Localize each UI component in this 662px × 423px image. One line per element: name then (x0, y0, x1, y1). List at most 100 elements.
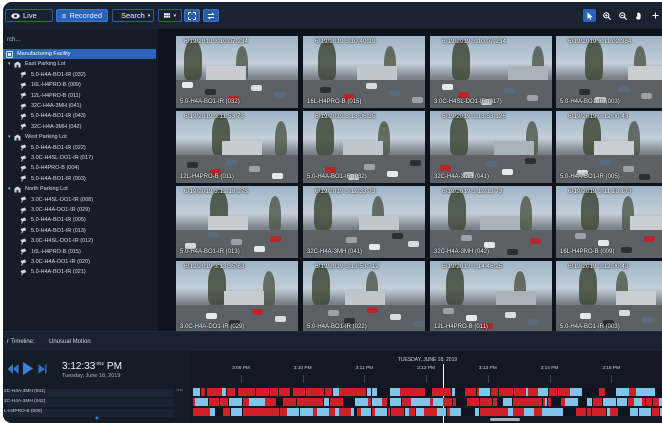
live-button[interactable]: Live (5, 9, 53, 22)
recording-segment (450, 408, 461, 416)
scene-car (486, 161, 497, 167)
motion-segment (424, 408, 437, 416)
camera-timestamp: 6/19/2019 3:11:18:173 (568, 188, 632, 195)
camera-tile[interactable]: 6/19/2019 3:10:40:19 16L-H4PRO-B (015) (303, 36, 425, 108)
camera-tile[interactable]: 6/19/2019 3:11:02:384 5.0-H4A-BO1-IR (003… (556, 36, 662, 108)
zoom-out-button[interactable] (617, 9, 629, 22)
motion-track[interactable] (193, 408, 662, 416)
timeline-filter-value[interactable]: Unusual Motion (49, 339, 91, 345)
motion-segment (480, 398, 492, 406)
fullscreen-button[interactable] (184, 9, 200, 22)
camera-tile[interactable]: 6/19/2019 3:13:06:35 5.0-H4A-BO1-IR (032) (303, 111, 425, 183)
scene-car (226, 159, 237, 165)
timeline-tick-label: 3:12 PM (417, 366, 436, 371)
tree-item-camera[interactable]: 5.0-H4A-BO1-IR (013) (3, 226, 156, 236)
scene-car (367, 307, 378, 313)
layout-button[interactable]: ▾ (158, 9, 182, 22)
swap-button[interactable] (203, 9, 219, 22)
gap-segment (215, 408, 222, 416)
motion-segment (388, 408, 390, 416)
scene-car (644, 236, 655, 242)
tree-item-camera[interactable]: 16L-H4PRO-B (009) (3, 80, 156, 90)
tree-item-camera[interactable]: 3.0C-H4A-DO1-IR (029) (3, 205, 156, 215)
camera-tile[interactable]: 6/19/2019 3:12:00:43 5.0-H4A-BO1-IR (003) (556, 261, 662, 331)
tree-item-camera[interactable]: 3.0C-H4A-DO1-IR (020) (3, 257, 156, 267)
tree-item-group[interactable]: ▾ North Parking Lot (3, 184, 156, 194)
camera-tile[interactable]: 6/19/2019 3:11:53:73 12L-H4PRO-B (011) (176, 111, 298, 183)
nav-arrow-icon[interactable]: I◂ ▸I (176, 388, 183, 392)
play-icon[interactable] (22, 361, 34, 376)
scene-tree (579, 265, 597, 305)
scene-tree (275, 121, 287, 155)
recording-segment (416, 408, 424, 416)
recording-segment (372, 398, 382, 406)
select-tool-button[interactable] (583, 9, 596, 22)
camera-tile[interactable]: 6/19/2019 3:11:18:173 16L-H4PRO-B (009) (556, 186, 662, 258)
tree-item-camera[interactable]: 5.0-H4A-BO1-IR (043) (3, 111, 156, 121)
camera-search-input[interactable]: rch... (3, 36, 156, 46)
tree-item-camera[interactable]: 5.0-H4A-BO1-IR (032) (3, 70, 156, 80)
recording-segment (616, 388, 629, 396)
pan-button[interactable] (633, 9, 645, 22)
tree-item-camera[interactable]: 5.0-H4A-BO1-IR (021) (3, 267, 156, 277)
motion-track[interactable] (193, 388, 662, 396)
gap-segment (551, 398, 561, 406)
scene-car (272, 173, 283, 179)
camera-icon (20, 175, 27, 182)
scene-car (458, 92, 469, 98)
scene-car (413, 321, 424, 327)
tree-item-camera[interactable]: 5.0-H4A-BO1-IR (022) (3, 143, 156, 153)
scene-car (525, 158, 536, 164)
scene-car (440, 165, 451, 171)
recording-segment (524, 408, 534, 416)
camera-name: 3.0C-H4A-DO1-IR (029) (180, 324, 245, 330)
tree-item-group[interactable]: ▾ East Parking Lot (3, 59, 156, 69)
camera-tile[interactable]: 6/19/2019 3:13:53:712 5.0-H4A-BO1-IR (022… (303, 261, 425, 331)
camera-tile[interactable]: 6/19/2019 3:12:18:273 5.0-H4A-BO1-IR (013… (176, 186, 298, 258)
tree-item-camera[interactable]: 5.0-H4A-BO1-IR (003) (3, 174, 156, 184)
tree-item-group[interactable]: ▾ West Parking Lot (3, 132, 156, 142)
tree-item-camera[interactable]: 32C-H4A-3MH (041) (3, 101, 156, 111)
tree-item-camera[interactable]: 12L-H4PRO-B (011) (3, 91, 156, 101)
timeline-filter-bar: r Timeline: Unusual Motion (3, 331, 662, 351)
tree-item-camera[interactable]: 16L-H4PRO-B (015) (3, 247, 156, 257)
tree-item-camera[interactable]: 3.0C-H4SL-DO1-IR (017) (3, 153, 156, 163)
rewind-icon[interactable] (7, 363, 19, 375)
tree-item-site[interactable]: Manufacturing Facility (3, 49, 156, 59)
timeline-track-area[interactable]: TUESDAY, JUNE 18, 2019 3:09 PM 3:10 PM 3:1… (193, 351, 662, 423)
tree-item-camera[interactable]: 3.0C-H4SL-DO1-IR (012) (3, 236, 156, 246)
zoom-in-button[interactable] (601, 9, 613, 22)
tree-item-camera[interactable]: 32C-H4A-3MH (042) (3, 122, 156, 132)
motion-track[interactable] (193, 398, 662, 406)
tree-item-camera[interactable]: 3.0C-H4SL-DO1-IR (008) (3, 195, 156, 205)
timeline-gridline (487, 375, 489, 383)
recording-segment (433, 398, 443, 406)
add-button[interactable] (650, 9, 661, 22)
search-button[interactable]: Search ▾ (112, 9, 154, 22)
scene-tree (318, 40, 336, 80)
step-forward-icon[interactable] (38, 364, 47, 374)
motion-segment (291, 398, 296, 406)
hand-icon (636, 11, 641, 19)
camera-tile[interactable]: 6/19/2019 3:10:07:234 3.0C-H4SL-DO1-IR (0… (430, 36, 552, 108)
track-label: 2C-H4A-3MH (041) (3, 389, 173, 397)
camera-tile[interactable]: 6/19/2019 3:13:53:126 32C-H4A-3MH (041) (430, 111, 552, 183)
tree-item-camera[interactable]: 5.0-H4A-BO1-IR (005) (3, 215, 156, 225)
camera-tile[interactable]: 6/19/2019 3:12:00:43 5.0-H4A-BO1-IR (005) (556, 111, 662, 183)
recording-segment (253, 398, 265, 406)
scene-car (320, 87, 331, 93)
camera-timestamp: 6/19/2019 3:10:07:234 (442, 38, 506, 45)
tree-item-label: 3.0C-H4SL-DO1-IR (012) (31, 238, 94, 245)
scene-car (254, 246, 265, 252)
recorded-button[interactable]: Recorded (56, 9, 108, 22)
motion-segment (439, 388, 451, 396)
camera-tile[interactable]: 6/19/2019 3:13:35:63 3.0C-H4A-DO1-IR (029… (176, 261, 298, 331)
timeline-scrollbar-thumb[interactable] (490, 418, 520, 421)
camera-icon (20, 144, 27, 151)
camera-tile[interactable]: 6/19/2019 3:12:13:73 32C-H4A-3MH (042) (430, 186, 552, 258)
track-label: L-H4PRO-B (009) (3, 409, 173, 417)
camera-tile[interactable]: 6/19/2019 3:10:07:234 5.0-H4A-BO1-IR (032… (176, 36, 298, 108)
camera-tile[interactable]: 6/19/2019 3:12:33:73 32C-H4A-3MH (041) (303, 186, 425, 258)
camera-tile[interactable]: 6/19/2019 3:14:46:25 12L-H4PRO-B (011) (430, 261, 552, 331)
tree-item-camera[interactable]: 5.0-H4PRO-B (004) (3, 163, 156, 173)
